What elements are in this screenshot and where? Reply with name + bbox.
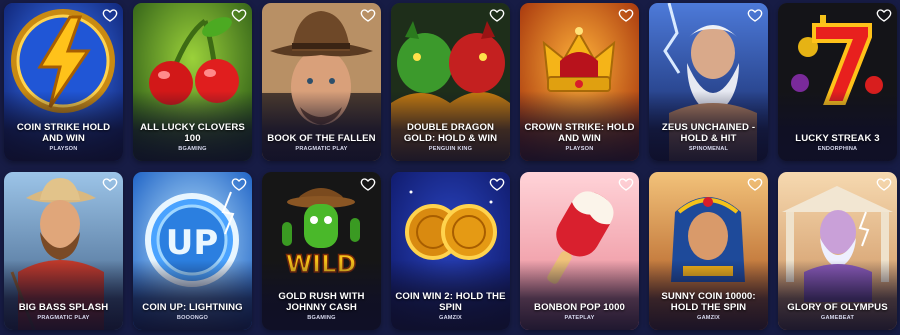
game-provider: GAMZIX [439,315,462,321]
game-title: BOOK OF THE FALLEN [267,133,376,144]
favorite-heart-icon[interactable] [489,176,505,192]
favorite-heart-icon[interactable] [231,7,247,23]
game-card[interactable]: BOOK OF THE FALLEN PRAGMATIC PLAY [262,3,381,161]
game-provider: ENDORPHINA [817,146,858,152]
game-card[interactable]: ALL LUCKY CLOVERS 100 BGAMING [133,3,252,161]
game-title: ALL LUCKY CLOVERS 100 [140,122,245,144]
game-title: SUNNY COIN 10000: HOLD THE SPIN [661,291,756,313]
game-title: GLORY OF OLYMPUS [787,302,888,313]
favorite-heart-icon[interactable] [876,7,892,23]
game-provider: SPINOMENAL [688,146,729,152]
game-provider: BGAMING [307,315,336,321]
game-title: COIN STRIKE HOLD AND WIN [16,122,111,144]
game-card[interactable]: WILD GOLD RUSH WITH JOHNNY CASH BGAMING [262,172,381,330]
games-grid: COIN STRIKE HOLD AND WIN PLAYSON ALL LUC… [4,3,897,330]
game-provider: PRAGMATIC PLAY [37,315,90,321]
game-provider: GAMZIX [697,315,720,321]
game-title: ZEUS UNCHAINED - HOLD & HIT [661,122,756,144]
game-card[interactable]: UP COIN UP: LIGHTNING BOOONGO [133,172,252,330]
game-card[interactable]: CROWN STRIKE: HOLD AND WIN PLAYSON [520,3,639,161]
game-title: LUCKY STREAK 3 [795,133,880,144]
game-provider: GAMEBEAT [820,315,855,321]
game-card[interactable]: COIN WIN 2: HOLD THE SPIN GAMZIX [391,172,510,330]
game-provider: PLAYSON [49,146,78,152]
game-card[interactable]: GLORY OF OLYMPUS GAMEBEAT [778,172,897,330]
game-title: COIN WIN 2: HOLD THE SPIN [395,291,506,313]
favorite-heart-icon[interactable] [102,7,118,23]
game-provider: PLAYSON [565,146,594,152]
game-card[interactable]: DOUBLE DRAGON GOLD: HOLD & WIN PENGUIN K… [391,3,510,161]
game-title: BIG BASS SPLASH [18,302,109,313]
game-card[interactable]: BONBON POP 1000 PATEPLAY [520,172,639,330]
game-card[interactable]: SUNNY COIN 10000: HOLD THE SPIN GAMZIX [649,172,768,330]
favorite-heart-icon[interactable] [231,176,247,192]
game-provider: BOOONGO [176,315,209,321]
game-card[interactable]: LUCKY STREAK 3 ENDORPHINA [778,3,897,161]
favorite-heart-icon[interactable] [747,176,763,192]
game-card[interactable]: ZEUS UNCHAINED - HOLD & HIT SPINOMENAL [649,3,768,161]
game-title: BONBON POP 1000 [534,302,625,313]
favorite-heart-icon[interactable] [102,176,118,192]
game-title: CROWN STRIKE: HOLD AND WIN [524,122,635,144]
favorite-heart-icon[interactable] [360,176,376,192]
svg-text:WILD: WILD [286,250,357,278]
game-title: COIN UP: LIGHTNING [142,302,243,313]
favorite-heart-icon[interactable] [876,176,892,192]
game-card[interactable]: BIG BASS SPLASH PRAGMATIC PLAY [4,172,123,330]
game-provider: PRAGMATIC PLAY [295,146,348,152]
favorite-heart-icon[interactable] [360,7,376,23]
favorite-heart-icon[interactable] [618,176,634,192]
favorite-heart-icon[interactable] [747,7,763,23]
game-provider: PENGUIN KING [428,146,473,152]
game-title: GOLD RUSH WITH JOHNNY CASH [278,291,365,313]
game-provider: BGAMING [178,146,207,152]
game-provider: PATEPLAY [564,315,595,321]
game-title: DOUBLE DRAGON GOLD: HOLD & WIN [403,122,498,144]
favorite-heart-icon[interactable] [618,7,634,23]
favorite-heart-icon[interactable] [489,7,505,23]
svg-text:UP: UP [166,223,219,263]
game-card[interactable]: COIN STRIKE HOLD AND WIN PLAYSON [4,3,123,161]
